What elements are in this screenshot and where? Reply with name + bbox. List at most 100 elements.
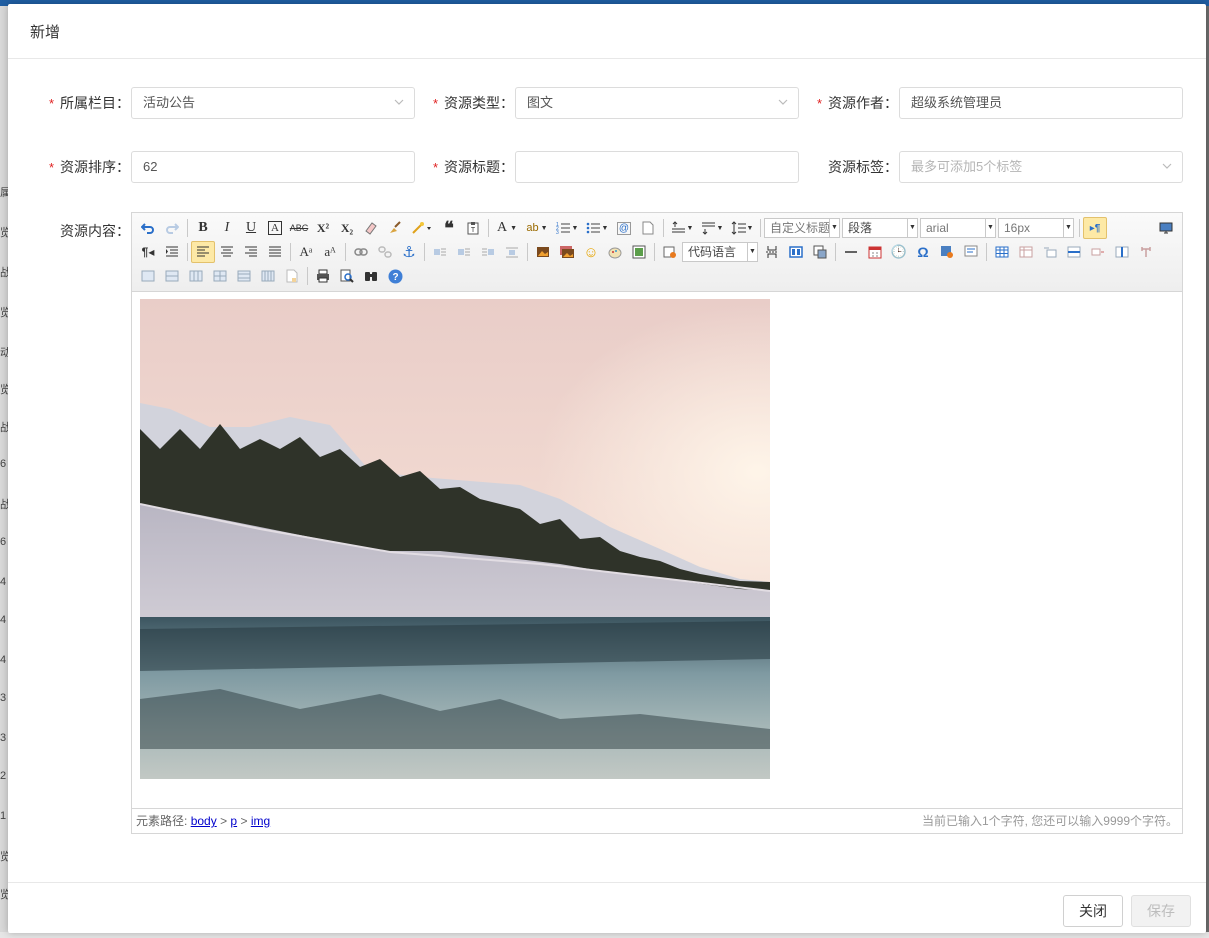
superscript-icon[interactable]: X² [311,217,335,239]
paste-plain-icon[interactable]: T [461,217,485,239]
type-select[interactable]: 图文 [515,87,799,119]
preview-icon[interactable] [335,265,359,287]
split-to-cells-icon[interactable] [208,265,232,287]
email-link-icon[interactable]: @ [612,217,636,239]
bold-icon[interactable]: B [191,217,215,239]
template-icon[interactable] [784,241,808,263]
insert-time-icon[interactable]: 🕒 [887,241,911,263]
link-icon[interactable] [349,241,373,263]
bg-cell: 览 [0,307,8,319]
insert-image-icon[interactable] [531,241,555,263]
sort-input-value: 62 [143,159,158,174]
paragraph-format-select[interactable]: 段落 ▼ [842,218,918,238]
indent-icon[interactable] [160,241,184,263]
row-spacing-bottom-icon[interactable]: ▼ [697,217,727,239]
author-input[interactable]: 超级系统管理员 [899,87,1183,119]
align-center-icon[interactable] [215,241,239,263]
print-icon[interactable] [311,265,335,287]
format-brush-icon[interactable] [383,217,407,239]
ltr-direction-icon[interactable]: ▸¶ [1083,217,1107,239]
path-img-link[interactable]: img [251,814,270,828]
code-language-select[interactable]: 代码语言 ▼ [682,242,758,262]
edit-tip-icon[interactable] [959,241,983,263]
align-right-icon[interactable] [239,241,263,263]
redo-icon[interactable] [160,217,184,239]
insert-date-icon[interactable] [863,241,887,263]
rtl-direction-icon[interactable]: ¶◂ [136,241,160,263]
insert-row-icon[interactable] [1062,241,1086,263]
horizontal-rule-icon[interactable] [839,241,863,263]
multi-image-icon[interactable] [555,241,579,263]
close-button[interactable]: 关闭 [1063,895,1123,927]
save-button[interactable]: 保存 [1131,895,1191,927]
font-size-select[interactable]: 16px ▼ [998,218,1074,238]
ordered-list-icon[interactable]: 1 2 3 ▼ [552,217,582,239]
background-icon[interactable] [808,241,832,263]
align-left-icon[interactable] [191,241,215,263]
row-spacing-top-icon[interactable]: ▼ [667,217,697,239]
chart-icon[interactable] [280,265,304,287]
lowercase-icon[interactable]: aᴬ [318,241,342,263]
strikethrough-icon[interactable]: ABC [287,217,311,239]
underline-icon[interactable]: U [239,217,263,239]
insert-video-icon[interactable] [658,241,682,263]
path-p-link[interactable]: p [230,814,237,828]
toolbar-separator [290,243,291,261]
image-none-icon[interactable] [428,241,452,263]
split-to-cols-icon[interactable] [256,265,280,287]
landscape-image[interactable] [140,299,770,779]
undo-icon[interactable] [136,217,160,239]
delete-table-icon[interactable] [1014,241,1038,263]
emotion-icon[interactable]: ☺ [579,241,603,263]
insert-col-icon[interactable] [1110,241,1134,263]
page-break-icon[interactable] [760,241,784,263]
blockquote-icon[interactable]: ❝ [437,217,461,239]
sort-input[interactable]: 62 [131,151,415,183]
split-to-rows-icon[interactable] [232,265,256,287]
uppercase-icon[interactable]: Aᵃ [294,241,318,263]
fullscreen-icon[interactable] [1154,217,1178,239]
unlink-icon[interactable] [373,241,397,263]
auto-typeset-icon[interactable] [407,217,437,239]
new-document-icon[interactable] [636,217,660,239]
image-right-icon[interactable] [476,241,500,263]
help-icon[interactable]: ? [383,265,407,287]
anchor-icon[interactable]: ⚓ [397,241,421,263]
unordered-list-icon[interactable]: ▼ [582,217,612,239]
toolbar-separator [424,243,425,261]
insert-paragraph-before-table-icon[interactable] [1038,241,1062,263]
subscript-icon[interactable]: X₂ [335,217,359,239]
font-border-icon[interactable]: A [263,217,287,239]
tags-label-text: 资源标签： [828,159,898,175]
required-mark: * [48,160,54,175]
column-select[interactable]: 活动公告 [131,87,415,119]
merge-cells-icon[interactable] [136,265,160,287]
font-family-select[interactable]: arial ▼ [920,218,996,238]
toolbar-separator [527,243,528,261]
special-chars-icon[interactable]: Ω [911,241,935,263]
image-left-icon[interactable] [452,241,476,263]
highlight-color-icon[interactable]: ab ▼ [522,217,552,239]
delete-col-icon[interactable] [1134,241,1158,263]
eraser-icon[interactable] [359,217,383,239]
title-input[interactable] [515,151,799,183]
merge-right-icon[interactable] [160,265,184,287]
path-body-link[interactable]: body [191,814,217,828]
scrawl-icon[interactable] [603,241,627,263]
image-center-icon[interactable] [500,241,524,263]
insert-table-icon[interactable] [990,241,1014,263]
wordimage-icon[interactable] [935,241,959,263]
insert-frame-icon[interactable] [627,241,651,263]
font-color-icon[interactable]: A ▼ [492,217,522,239]
dropdown-arrow-icon: ▼ [985,219,995,237]
custom-title-select[interactable]: 自定义标题 ▼ [764,218,840,238]
editor-content-area[interactable] [132,293,1182,808]
search-replace-icon[interactable] [359,265,383,287]
italic-icon[interactable]: I [215,217,239,239]
tags-select[interactable]: 最多可添加5个标签 [899,151,1183,183]
line-height-icon[interactable]: ▼ [727,217,757,239]
align-justify-icon[interactable] [263,241,287,263]
delete-row-icon[interactable] [1086,241,1110,263]
bg-cell: 4 [0,654,7,666]
merge-down-icon[interactable] [184,265,208,287]
